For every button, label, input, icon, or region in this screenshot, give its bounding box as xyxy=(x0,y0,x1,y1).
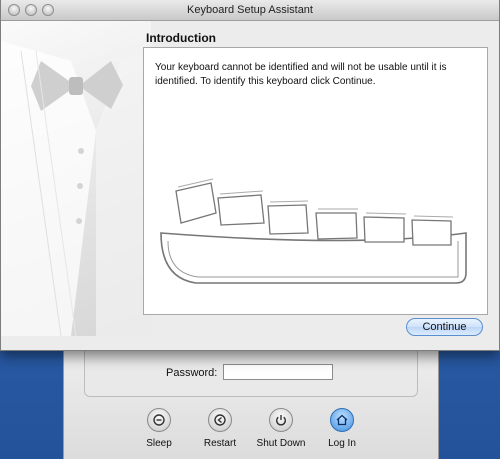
window-title: Keyboard Setup Assistant xyxy=(187,4,313,16)
restart-button[interactable]: Restart xyxy=(190,408,250,449)
keyboard-illustration xyxy=(160,178,467,284)
home-icon[interactable] xyxy=(330,408,354,432)
title-bar[interactable]: Keyboard Setup Assistant xyxy=(1,0,499,21)
shut-down-label: Shut Down xyxy=(256,438,306,449)
sleep-icon[interactable] xyxy=(147,408,171,432)
shut-down-button[interactable]: Shut Down xyxy=(251,408,311,449)
restart-label: Restart xyxy=(203,438,237,449)
content-panel: Your keyboard cannot be identified and w… xyxy=(143,47,488,315)
sleep-button[interactable]: Sleep xyxy=(129,408,189,449)
password-input[interactable] xyxy=(224,368,332,382)
power-icon[interactable] xyxy=(269,408,293,432)
sleep-label: Sleep xyxy=(146,438,172,449)
password-label: Password: xyxy=(166,367,218,379)
tuxedo-illustration xyxy=(1,21,151,336)
section-title: Introduction xyxy=(146,31,216,45)
log-in-label: Log In xyxy=(328,438,356,449)
restart-icon[interactable] xyxy=(208,408,232,432)
log-in-button[interactable]: Log In xyxy=(312,408,372,449)
continue-button[interactable]: Continue xyxy=(406,318,483,336)
keyboard-setup-window: Keyboard Setup Assistant Introduction Yo… xyxy=(0,0,500,351)
intro-message: Your keyboard cannot be identified and w… xyxy=(155,62,447,87)
password-field[interactable] xyxy=(223,364,333,382)
